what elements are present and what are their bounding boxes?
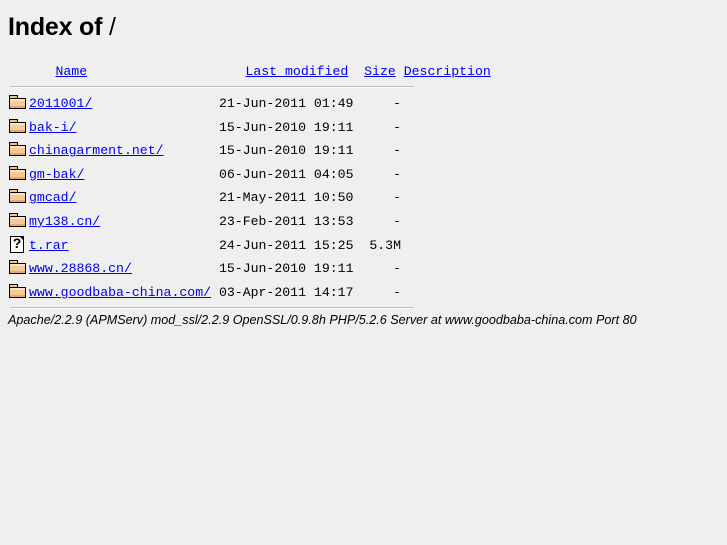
unknown-file-icon: ? (8, 234, 28, 255)
entry-name-link[interactable]: gmcad/ (29, 190, 76, 205)
listing-row: ? t.rar 24-Jun-2011 15:25 5.3M (8, 234, 719, 258)
entry-last-modified: 15-Jun-2010 19:11 (218, 119, 354, 135)
column-header-description[interactable]: Description (404, 64, 491, 79)
listing-row: gm-bak/ 06-Jun-2011 04:05 - (8, 163, 719, 187)
entry-name-link[interactable]: gm-bak/ (29, 167, 84, 182)
entry-size: - (393, 284, 401, 300)
listing-row: 2011001/ 21-Jun-2011 01:49 - (8, 92, 719, 116)
listing-rows: 2011001/ 21-Jun-2011 01:49 - bak-i/ 15-Ju… (8, 92, 719, 304)
entry-last-modified: 15-Jun-2010 19:11 (218, 261, 354, 277)
folder-icon (8, 163, 28, 184)
column-header-last-modified[interactable]: Last modified (245, 64, 348, 79)
column-header-size[interactable]: Size (364, 64, 396, 79)
entry-last-modified: 06-Jun-2011 04:05 (218, 166, 354, 182)
folder-icon (8, 116, 28, 137)
footer-divider (10, 307, 414, 310)
listing-row: www.goodbaba-china.com/ 03-Apr-2011 14:1… (8, 281, 719, 305)
folder-icon (8, 92, 28, 113)
entry-size: - (393, 213, 401, 229)
folder-icon (8, 186, 28, 207)
listing-row: gmcad/ 21-May-2011 10:50 - (8, 186, 719, 210)
page-title-path: / (108, 13, 116, 41)
folder-icon (8, 139, 28, 160)
header-divider (10, 86, 414, 88)
entry-last-modified: 03-Apr-2011 14:17 (218, 284, 354, 300)
listing-row: bak-i/ 15-Jun-2010 19:11 - (8, 116, 719, 140)
listing-row: chinagarment.net/ 15-Jun-2010 19:11 - (8, 139, 719, 163)
entry-size: 5.3M (369, 237, 401, 253)
entry-last-modified: 21-May-2011 10:50 (218, 190, 354, 206)
entry-last-modified: 21-Jun-2011 01:49 (218, 96, 354, 111)
page-title: Index of / (8, 13, 719, 42)
entry-last-modified: 24-Jun-2011 15:25 (218, 237, 354, 253)
directory-index-page: Index of / Name Last modified Size Descr… (0, 0, 727, 327)
entry-name-link[interactable]: t.rar (29, 238, 69, 253)
entry-size: - (393, 166, 401, 182)
entry-name-link[interactable]: chinagarment.net/ (29, 143, 164, 158)
entry-size: - (393, 190, 401, 206)
entry-name-link[interactable]: www.28868.cn/ (29, 261, 132, 276)
entry-size: - (393, 96, 401, 111)
directory-listing: Name Last modified Size Description 20110… (8, 60, 719, 310)
entry-size: - (393, 143, 401, 159)
entry-size: - (393, 261, 401, 277)
server-signature: Apache/2.2.9 (APMServ) mod_ssl/2.2.9 Ope… (8, 313, 637, 328)
folder-icon (8, 210, 28, 231)
listing-row: www.28868.cn/ 15-Jun-2010 19:11 - (8, 257, 719, 281)
entry-size: - (393, 119, 401, 135)
listing-header-row: Name Last modified Size Description (8, 60, 719, 83)
page-title-prefix: Index of (8, 13, 109, 41)
entry-last-modified: 23-Feb-2011 13:53 (218, 213, 354, 229)
folder-icon (8, 281, 28, 302)
column-header-name[interactable]: Name (55, 64, 87, 79)
entry-name-link[interactable]: 2011001/ (29, 96, 92, 111)
entry-name-link[interactable]: my138.cn/ (29, 214, 100, 229)
listing-row: my138.cn/ 23-Feb-2011 13:53 - (8, 210, 719, 234)
entry-name-link[interactable]: bak-i/ (29, 120, 76, 135)
entry-name-link[interactable]: www.goodbaba-china.com/ (29, 285, 211, 300)
folder-icon (8, 257, 28, 278)
entry-last-modified: 15-Jun-2010 19:11 (218, 143, 354, 159)
